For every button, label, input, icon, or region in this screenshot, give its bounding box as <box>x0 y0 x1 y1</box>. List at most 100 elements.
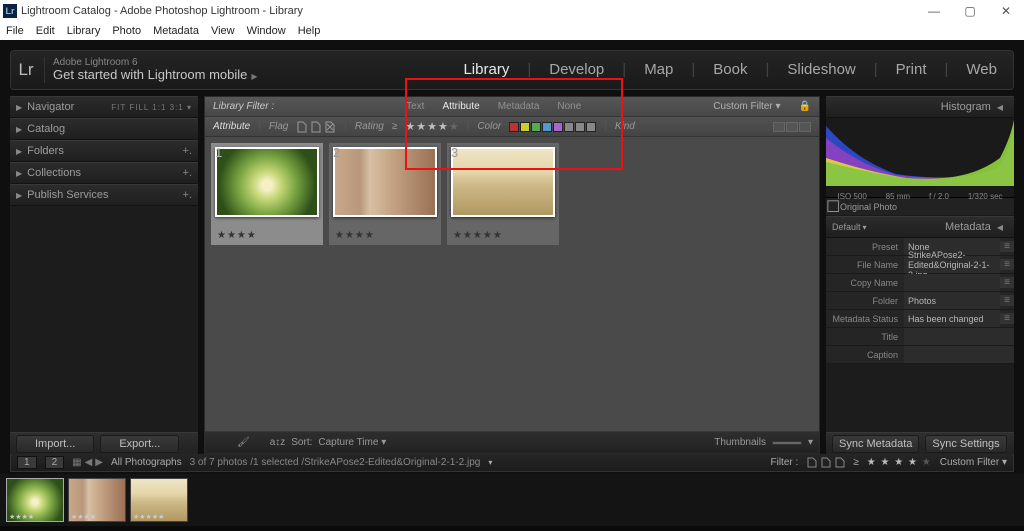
menu-window[interactable]: Window <box>247 25 286 37</box>
sort-direction-icon[interactable]: a↕z <box>270 437 286 448</box>
sync-settings-button[interactable]: Sync Settings <box>925 435 1006 453</box>
module-slideshow[interactable]: Slideshow <box>787 61 855 79</box>
filter-metadata[interactable]: Metadata <box>496 101 542 112</box>
color-swatch[interactable] <box>531 122 541 132</box>
menu-photo[interactable]: Photo <box>112 25 141 37</box>
panel-collections[interactable]: ▶Collections+. <box>10 162 198 184</box>
menu-library[interactable]: Library <box>67 25 101 37</box>
navigator-zoom-opts[interactable]: FIT FILL 1:1 3:1 ▾ <box>111 103 192 112</box>
filmstrip-thumb[interactable]: ★★★★ <box>68 478 126 522</box>
panel-folders[interactable]: ▶Folders+. <box>10 140 198 162</box>
flag-icon[interactable] <box>834 457 845 468</box>
nav-back-icon[interactable]: ◀ <box>85 457 93 468</box>
original-photo-label[interactable]: Original Photo <box>840 202 897 212</box>
metadata-value[interactable]: StrikeAPose2-Edited&Original-2-1-2.jpg <box>904 256 1000 273</box>
panel-publish[interactable]: ▶Publish Services+. <box>10 184 198 206</box>
module-print[interactable]: Print <box>896 61 927 79</box>
filmstrip-rating-stars[interactable]: ★ ★ ★ ★ ★ <box>867 457 932 468</box>
window-2-button[interactable]: 2 <box>45 456 65 469</box>
filmstrip-thumb[interactable]: ★★★★ <box>6 478 64 522</box>
menu-file[interactable]: File <box>6 25 24 37</box>
thumbnail[interactable] <box>451 147 555 217</box>
rating-stars[interactable]: ★★★★★ <box>405 120 458 133</box>
panel-metadata[interactable]: Default▾ Metadata ◀ <box>826 216 1014 238</box>
color-swatch[interactable] <box>520 122 530 132</box>
window-1-button[interactable]: 1 <box>17 456 37 469</box>
metadata-value[interactable] <box>904 346 1014 363</box>
module-library[interactable]: Library <box>463 61 509 79</box>
module-map[interactable]: Map <box>644 61 673 79</box>
nav-fwd-icon[interactable]: ▶ <box>95 457 103 468</box>
rating-operator[interactable]: ≥ <box>392 121 398 132</box>
flag-reject-icon[interactable] <box>324 121 336 133</box>
filmstrip-thumb[interactable]: ★★★★★ <box>130 478 188 522</box>
close-button[interactable]: ✕ <box>988 4 1024 18</box>
filmstrip[interactable]: ★★★★★★★★★★★★★ <box>0 474 1024 526</box>
panel-histogram[interactable]: Histogram ◀ <box>826 96 1014 118</box>
flag-icon[interactable] <box>806 457 817 468</box>
module-book[interactable]: Book <box>713 61 747 79</box>
kind-video-icon[interactable] <box>799 122 811 132</box>
filmstrip-custom-filter[interactable]: Custom Filter ▾ <box>940 457 1007 468</box>
color-swatch[interactable] <box>509 122 519 132</box>
add-folder-icon[interactable]: +. <box>183 145 192 157</box>
lock-icon[interactable]: 🔒 <box>799 101 811 112</box>
toolbar-chevron-icon[interactable]: ▾ <box>808 437 813 448</box>
grid-cell[interactable]: 1★★★★ <box>211 143 323 245</box>
flag-pick-icon[interactable] <box>296 121 308 133</box>
menu-metadata[interactable]: Metadata <box>153 25 199 37</box>
export-button[interactable]: Export... <box>100 435 179 453</box>
grid-cell[interactable]: 3★★★★★ <box>447 143 559 245</box>
grid-view[interactable]: 1★★★★2★★★★3★★★★★ <box>205 137 819 431</box>
metadata-set-dropdown[interactable]: Default <box>832 222 861 232</box>
histogram-chart[interactable]: ISO 500 85 mm f / 2.0 1/320 sec <box>826 118 1014 198</box>
color-swatch[interactable] <box>553 122 563 132</box>
sort-field-dropdown[interactable]: Capture Time ▾ <box>318 437 386 448</box>
color-swatch[interactable] <box>575 122 585 132</box>
add-publish-icon[interactable]: +. <box>183 189 192 201</box>
metadata-value[interactable] <box>904 328 1014 345</box>
metadata-value[interactable]: Photos <box>904 292 1000 309</box>
thumbnail[interactable] <box>215 147 319 217</box>
menu-view[interactable]: View <box>211 25 235 37</box>
filter-text[interactable]: Text <box>404 101 426 112</box>
kind-virtual-icon[interactable] <box>786 122 798 132</box>
flag-icon[interactable] <box>820 457 831 468</box>
thumbnail[interactable] <box>333 147 437 217</box>
metadata-value[interactable] <box>904 274 1000 291</box>
color-swatch[interactable] <box>542 122 552 132</box>
minimize-button[interactable]: — <box>916 4 952 18</box>
panel-catalog[interactable]: ▶Catalog <box>10 118 198 140</box>
grid-cell[interactable]: 2★★★★ <box>329 143 441 245</box>
jump-grid-icon[interactable]: ▦ <box>72 457 81 468</box>
brand-text[interactable]: Adobe Lightroom 6 Get started with Light… <box>45 57 258 83</box>
metadata-action-icon[interactable]: ≡ <box>1000 259 1014 270</box>
metadata-action-icon[interactable]: ≡ <box>1000 277 1014 288</box>
source-chevron-icon[interactable]: ▾ <box>488 458 492 467</box>
thumbnail-size-slider[interactable] <box>772 441 802 445</box>
filter-none[interactable]: None <box>555 101 583 112</box>
color-swatch[interactable] <box>586 122 596 132</box>
menu-edit[interactable]: Edit <box>36 25 55 37</box>
menu-help[interactable]: Help <box>298 25 321 37</box>
source-label[interactable]: All Photographs <box>111 457 182 468</box>
sync-metadata-button[interactable]: Sync Metadata <box>832 435 919 453</box>
flag-unflag-icon[interactable] <box>310 121 322 133</box>
color-swatch[interactable] <box>564 122 574 132</box>
metadata-action-icon[interactable]: ≡ <box>1000 313 1014 324</box>
custom-filter-dropdown[interactable]: Custom Filter ▾ <box>713 101 780 112</box>
add-collection-icon[interactable]: +. <box>183 167 192 179</box>
painter-icon[interactable]: 🖌 <box>237 437 250 448</box>
import-button[interactable]: Import... <box>16 435 94 453</box>
rating-ge-icon[interactable]: ≥ <box>853 457 859 468</box>
filter-attribute[interactable]: Attribute <box>440 101 481 112</box>
kind-master-icon[interactable] <box>773 122 785 132</box>
metadata-value[interactable]: Has been changed <box>904 310 1000 327</box>
metadata-action-icon[interactable]: ≡ <box>1000 295 1014 306</box>
metadata-action-icon[interactable]: ≡ <box>1000 241 1014 252</box>
metadata-key: Caption <box>826 350 904 360</box>
module-develop[interactable]: Develop <box>549 61 604 79</box>
maximize-button[interactable]: ▢ <box>952 4 988 18</box>
module-web[interactable]: Web <box>966 61 997 79</box>
panel-navigator[interactable]: ▶ Navigator FIT FILL 1:1 3:1 ▾ <box>10 96 198 118</box>
